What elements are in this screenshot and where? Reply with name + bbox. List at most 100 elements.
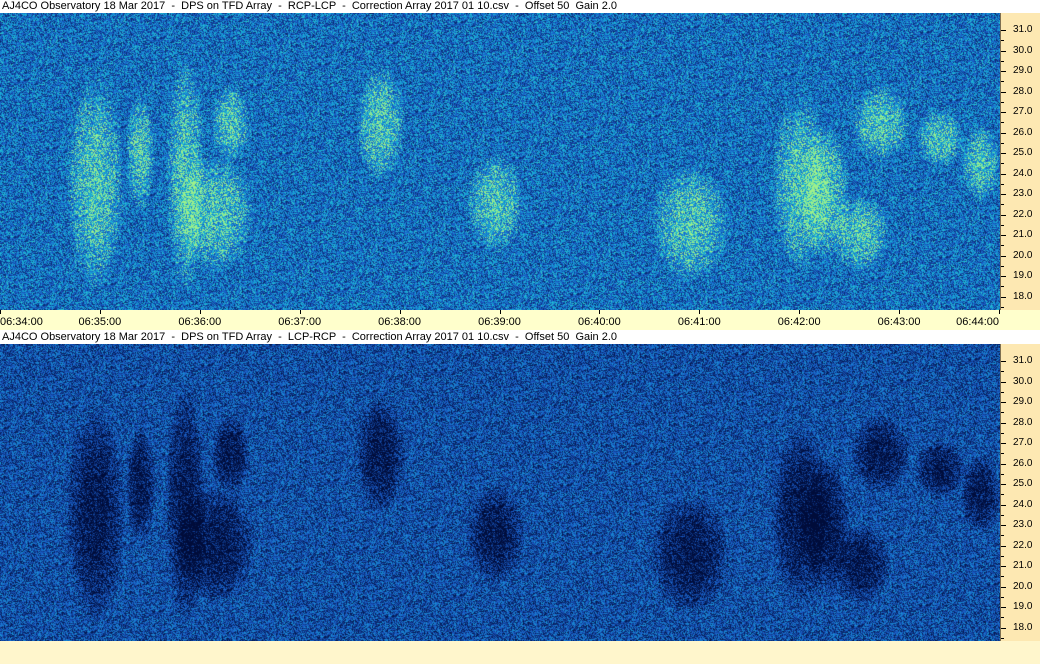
freq-label: 22.0 bbox=[1013, 539, 1033, 551]
time-axis: 06:34:00 06:35:00 06:36:00 06:37:00 06:38:00… bbox=[0, 310, 1040, 330]
freq-tick bbox=[1001, 586, 1006, 588]
freq-tick bbox=[1001, 443, 1006, 444]
time-label: 06:35:00 bbox=[78, 316, 122, 328]
time-label: 06:37:00 bbox=[278, 316, 322, 328]
freq-minor-tick bbox=[1001, 101, 1004, 103]
time-tick bbox=[199, 310, 201, 314]
freq-minor-tick bbox=[1001, 535, 1004, 537]
freq-tick bbox=[1001, 566, 1006, 567]
time-label: 06:43:00 bbox=[877, 316, 921, 328]
time-tick bbox=[599, 310, 601, 314]
freq-minor-tick bbox=[1001, 224, 1004, 226]
time-tick bbox=[699, 310, 701, 314]
freq-tick bbox=[1001, 361, 1006, 362]
freq-label: 31.0 bbox=[1013, 24, 1033, 35]
freq-tick bbox=[1001, 153, 1006, 154]
freq-tick bbox=[1001, 276, 1006, 277]
freq-tick bbox=[1001, 91, 1006, 93]
frequency-axis-1: 31.0 30.0 29.0 28.0 27.0 26.0 25.0 24.0 23.0 22.0… bbox=[1000, 13, 1040, 322]
time-tick bbox=[399, 310, 401, 314]
freq-tick bbox=[1001, 381, 1006, 383]
freq-minor-tick bbox=[1001, 183, 1004, 185]
freq-minor-tick bbox=[1001, 555, 1004, 557]
freq-tick bbox=[1001, 627, 1006, 629]
freq-minor-tick bbox=[1001, 306, 1004, 308]
time-tick bbox=[99, 310, 101, 314]
freq-minor-tick bbox=[1001, 40, 1004, 42]
freq-tick bbox=[1001, 112, 1006, 113]
freq-minor-tick bbox=[1001, 122, 1004, 124]
freq-minor-tick bbox=[1001, 412, 1004, 414]
time-label: 06:36:00 bbox=[178, 316, 222, 328]
freq-tick bbox=[1001, 132, 1006, 134]
freq-label: 18.0 bbox=[1013, 621, 1033, 633]
freq-tick bbox=[1001, 235, 1006, 236]
spectrogram-lcp-rcp[interactable] bbox=[0, 344, 1000, 641]
freq-label: 25.0 bbox=[1013, 147, 1033, 158]
freq-label: 23.0 bbox=[1013, 188, 1033, 199]
freq-tick bbox=[1001, 173, 1006, 175]
freq-tick bbox=[1001, 504, 1006, 506]
freq-tick bbox=[1001, 50, 1006, 52]
freq-label: 30.0 bbox=[1013, 44, 1033, 56]
freq-tick bbox=[1001, 71, 1006, 72]
freq-label: 27.0 bbox=[1013, 437, 1033, 448]
time-label: 06:40:00 bbox=[577, 316, 621, 328]
freq-minor-tick bbox=[1001, 617, 1004, 619]
freq-label: 26.0 bbox=[1013, 126, 1033, 138]
spectrogram-rcp-lcp[interactable] bbox=[0, 13, 1000, 310]
freq-minor-tick bbox=[1001, 432, 1004, 434]
time-label: 06:42:00 bbox=[777, 316, 821, 328]
freq-tick bbox=[1001, 463, 1006, 465]
freq-label: 20.0 bbox=[1013, 249, 1033, 261]
freq-tick bbox=[1001, 214, 1006, 216]
freq-tick bbox=[1001, 545, 1006, 547]
freq-label: 24.0 bbox=[1013, 498, 1033, 510]
freq-label: 19.0 bbox=[1013, 270, 1033, 281]
freq-minor-tick bbox=[1001, 371, 1004, 373]
freq-label: 20.0 bbox=[1013, 580, 1033, 592]
freq-minor-tick bbox=[1001, 494, 1004, 496]
freq-tick bbox=[1001, 607, 1006, 608]
time-label: 06:38:00 bbox=[378, 316, 422, 328]
time-label: 06:39:00 bbox=[478, 316, 521, 328]
freq-minor-tick bbox=[1001, 473, 1004, 475]
freq-minor-tick bbox=[1001, 576, 1004, 578]
freq-minor-tick bbox=[1001, 637, 1004, 639]
panel-2-title: AJ4CO Observatory 18 Mar 2017 - DPS on T… bbox=[0, 331, 1040, 344]
freq-tick bbox=[1001, 422, 1006, 424]
time-label: 06:34:00 bbox=[0, 316, 43, 328]
time-label: 06:44:00 bbox=[956, 316, 999, 328]
time-tick bbox=[499, 310, 501, 314]
freq-minor-tick bbox=[1001, 453, 1004, 455]
freq-label: 19.0 bbox=[1013, 601, 1033, 612]
freq-minor-tick bbox=[1001, 81, 1004, 83]
freq-tick bbox=[1001, 30, 1006, 31]
freq-label: 22.0 bbox=[1013, 208, 1033, 220]
bottom-strip bbox=[0, 641, 1040, 664]
freq-tick bbox=[1001, 525, 1006, 526]
panel-1-title: AJ4CO Observatory 18 Mar 2017 - DPS on T… bbox=[0, 0, 1040, 13]
freq-label: 28.0 bbox=[1013, 85, 1033, 97]
frequency-axis-2: 31.0 30.0 29.0 28.0 27.0 26.0 25.0 24.0 23.0 22.0… bbox=[1000, 344, 1040, 653]
freq-label: 25.0 bbox=[1013, 478, 1033, 489]
freq-label: 26.0 bbox=[1013, 457, 1033, 469]
freq-minor-tick bbox=[1001, 245, 1004, 247]
freq-label: 29.0 bbox=[1013, 396, 1033, 407]
freq-label: 27.0 bbox=[1013, 106, 1033, 117]
freq-label: 28.0 bbox=[1013, 416, 1033, 428]
time-tick bbox=[999, 310, 1000, 314]
freq-minor-tick bbox=[1001, 163, 1004, 165]
freq-label: 31.0 bbox=[1013, 355, 1033, 366]
freq-tick bbox=[1001, 255, 1006, 257]
freq-minor-tick bbox=[1001, 391, 1004, 393]
time-tick bbox=[899, 310, 901, 314]
freq-minor-tick bbox=[1001, 514, 1004, 516]
time-tick bbox=[299, 310, 301, 314]
time-tick bbox=[799, 310, 801, 314]
freq-label: 21.0 bbox=[1013, 560, 1033, 571]
freq-label: 23.0 bbox=[1013, 519, 1033, 530]
freq-label: 30.0 bbox=[1013, 375, 1033, 387]
freq-tick bbox=[1001, 484, 1006, 485]
freq-tick bbox=[1001, 194, 1006, 195]
